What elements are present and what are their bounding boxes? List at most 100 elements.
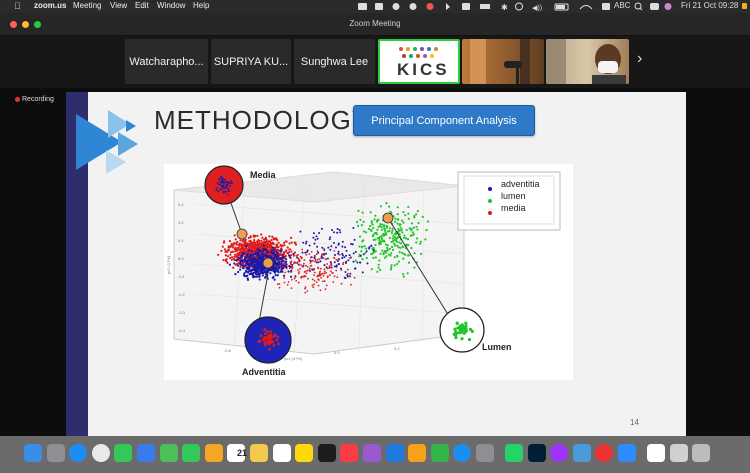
lumen-point <box>388 247 391 250</box>
participant-video-tile[interactable] <box>462 39 544 84</box>
facetime-icon[interactable] <box>182 444 201 462</box>
trash-icon[interactable] <box>692 444 711 462</box>
podcasts-icon[interactable] <box>363 444 381 462</box>
adventitia-point <box>269 268 272 271</box>
photos-icon[interactable] <box>204 444 223 462</box>
adventitia-point <box>277 255 280 258</box>
callout-label-media: Media <box>250 170 276 180</box>
document-icon[interactable] <box>647 444 665 462</box>
menu-view[interactable]: View <box>110 1 127 10</box>
adventitia-point <box>339 231 342 234</box>
media-point <box>271 242 274 245</box>
lumen-point <box>424 238 427 241</box>
lumen-point <box>369 211 372 214</box>
lumen-point <box>413 266 416 269</box>
lumen-point <box>397 218 400 221</box>
menu-window[interactable]: Window <box>157 1 185 10</box>
lumen-point <box>402 221 405 224</box>
reminders-icon[interactable] <box>272 444 291 462</box>
media-point <box>261 242 264 245</box>
lumen-point <box>383 224 386 227</box>
chrome-icon[interactable] <box>91 444 110 462</box>
keynote-icon[interactable] <box>385 444 404 462</box>
screen-record-icon[interactable] <box>595 444 614 462</box>
lumen-callout-point <box>460 337 464 341</box>
finder-icon[interactable] <box>24 444 42 462</box>
media-point <box>290 241 293 244</box>
media-callout-point <box>227 182 229 185</box>
numbers-icon[interactable] <box>430 444 449 462</box>
media-point <box>313 283 315 286</box>
media-point <box>323 249 326 252</box>
legend-dot-lumen-icon <box>486 192 494 203</box>
settings-icon[interactable] <box>476 444 494 462</box>
menu-meeting[interactable]: Meeting <box>73 1 101 10</box>
media-point <box>244 239 247 242</box>
participant-tile[interactable]: Sunghwa Lee <box>294 39 375 84</box>
preview-icon[interactable] <box>572 444 591 462</box>
media-point <box>285 249 288 252</box>
adventitia-callout-point <box>273 333 277 337</box>
menu-edit[interactable]: Edit <box>135 1 149 10</box>
media-point <box>313 279 316 282</box>
media-point <box>229 256 232 260</box>
recording-indicator[interactable]: Recording <box>15 96 54 103</box>
lumen-point <box>365 247 368 250</box>
pages-icon[interactable] <box>408 444 427 462</box>
media-point <box>290 287 293 289</box>
app-name-menu[interactable]: zoom.us <box>34 1 66 10</box>
status-icons[interactable]: ✱ ◀)) <box>358 2 618 11</box>
participant-name: Sunghwa Lee <box>300 55 369 68</box>
next-participants-chevron-icon[interactable]: › <box>637 50 642 68</box>
mail-icon[interactable] <box>137 444 155 462</box>
media-point <box>287 281 290 283</box>
tv-icon[interactable] <box>317 444 336 462</box>
safari-icon[interactable] <box>69 444 88 462</box>
adventitia-point <box>353 238 356 241</box>
menu-help[interactable]: Help <box>193 1 209 10</box>
clock-datetime[interactable]: Fri 21 Oct 09:28 <box>681 1 738 10</box>
media-point <box>317 278 320 281</box>
participant-tile-active-speaker[interactable]: KICS <box>378 39 460 84</box>
zoom-icon[interactable] <box>618 444 636 462</box>
adventitia-point <box>249 259 253 262</box>
appstore-icon[interactable] <box>453 444 472 462</box>
pca-label-button[interactable]: Principal Component Analysis <box>353 105 535 136</box>
notes-yellow-icon[interactable] <box>295 444 314 462</box>
media-callout-point <box>227 187 229 190</box>
finder-window-icon[interactable] <box>669 444 688 462</box>
participant-tile[interactable]: Watcharapho... <box>125 39 208 84</box>
media-point <box>231 256 234 259</box>
lumen-point <box>399 223 402 226</box>
participant-tile[interactable]: SUPRIYA KU... <box>211 39 291 84</box>
legend-label-adventitia: adventitia <box>501 179 540 189</box>
launchpad-icon[interactable] <box>46 444 65 462</box>
media-point <box>276 283 279 286</box>
music-icon[interactable] <box>340 444 359 462</box>
photoshop-icon[interactable] <box>527 444 546 462</box>
control-icons[interactable] <box>634 2 674 11</box>
whatsapp-icon[interactable] <box>505 444 523 462</box>
input-source-label[interactable]: ABC <box>614 1 630 10</box>
lumen-point <box>361 211 364 214</box>
lumen-point <box>389 210 392 213</box>
adventitia-point <box>319 260 322 263</box>
apple-menu-icon[interactable]:  <box>14 1 21 11</box>
lumen-point <box>401 219 404 222</box>
lumen-point <box>374 256 377 259</box>
media-point <box>288 251 291 254</box>
adventitia-point <box>338 229 341 231</box>
messages-icon[interactable] <box>114 444 133 462</box>
media-callout-point <box>226 180 228 183</box>
notes-icon[interactable] <box>250 444 268 462</box>
lumen-point <box>399 246 402 249</box>
adventitia-point <box>290 275 293 278</box>
media-point <box>335 258 338 261</box>
adventitia-point <box>313 255 316 257</box>
messenger-icon[interactable] <box>550 444 569 462</box>
adventitia-point <box>250 250 253 253</box>
participant-video-tile[interactable] <box>546 39 629 84</box>
media-point <box>261 236 264 239</box>
media-point <box>323 268 326 271</box>
maps-icon[interactable] <box>159 444 178 462</box>
